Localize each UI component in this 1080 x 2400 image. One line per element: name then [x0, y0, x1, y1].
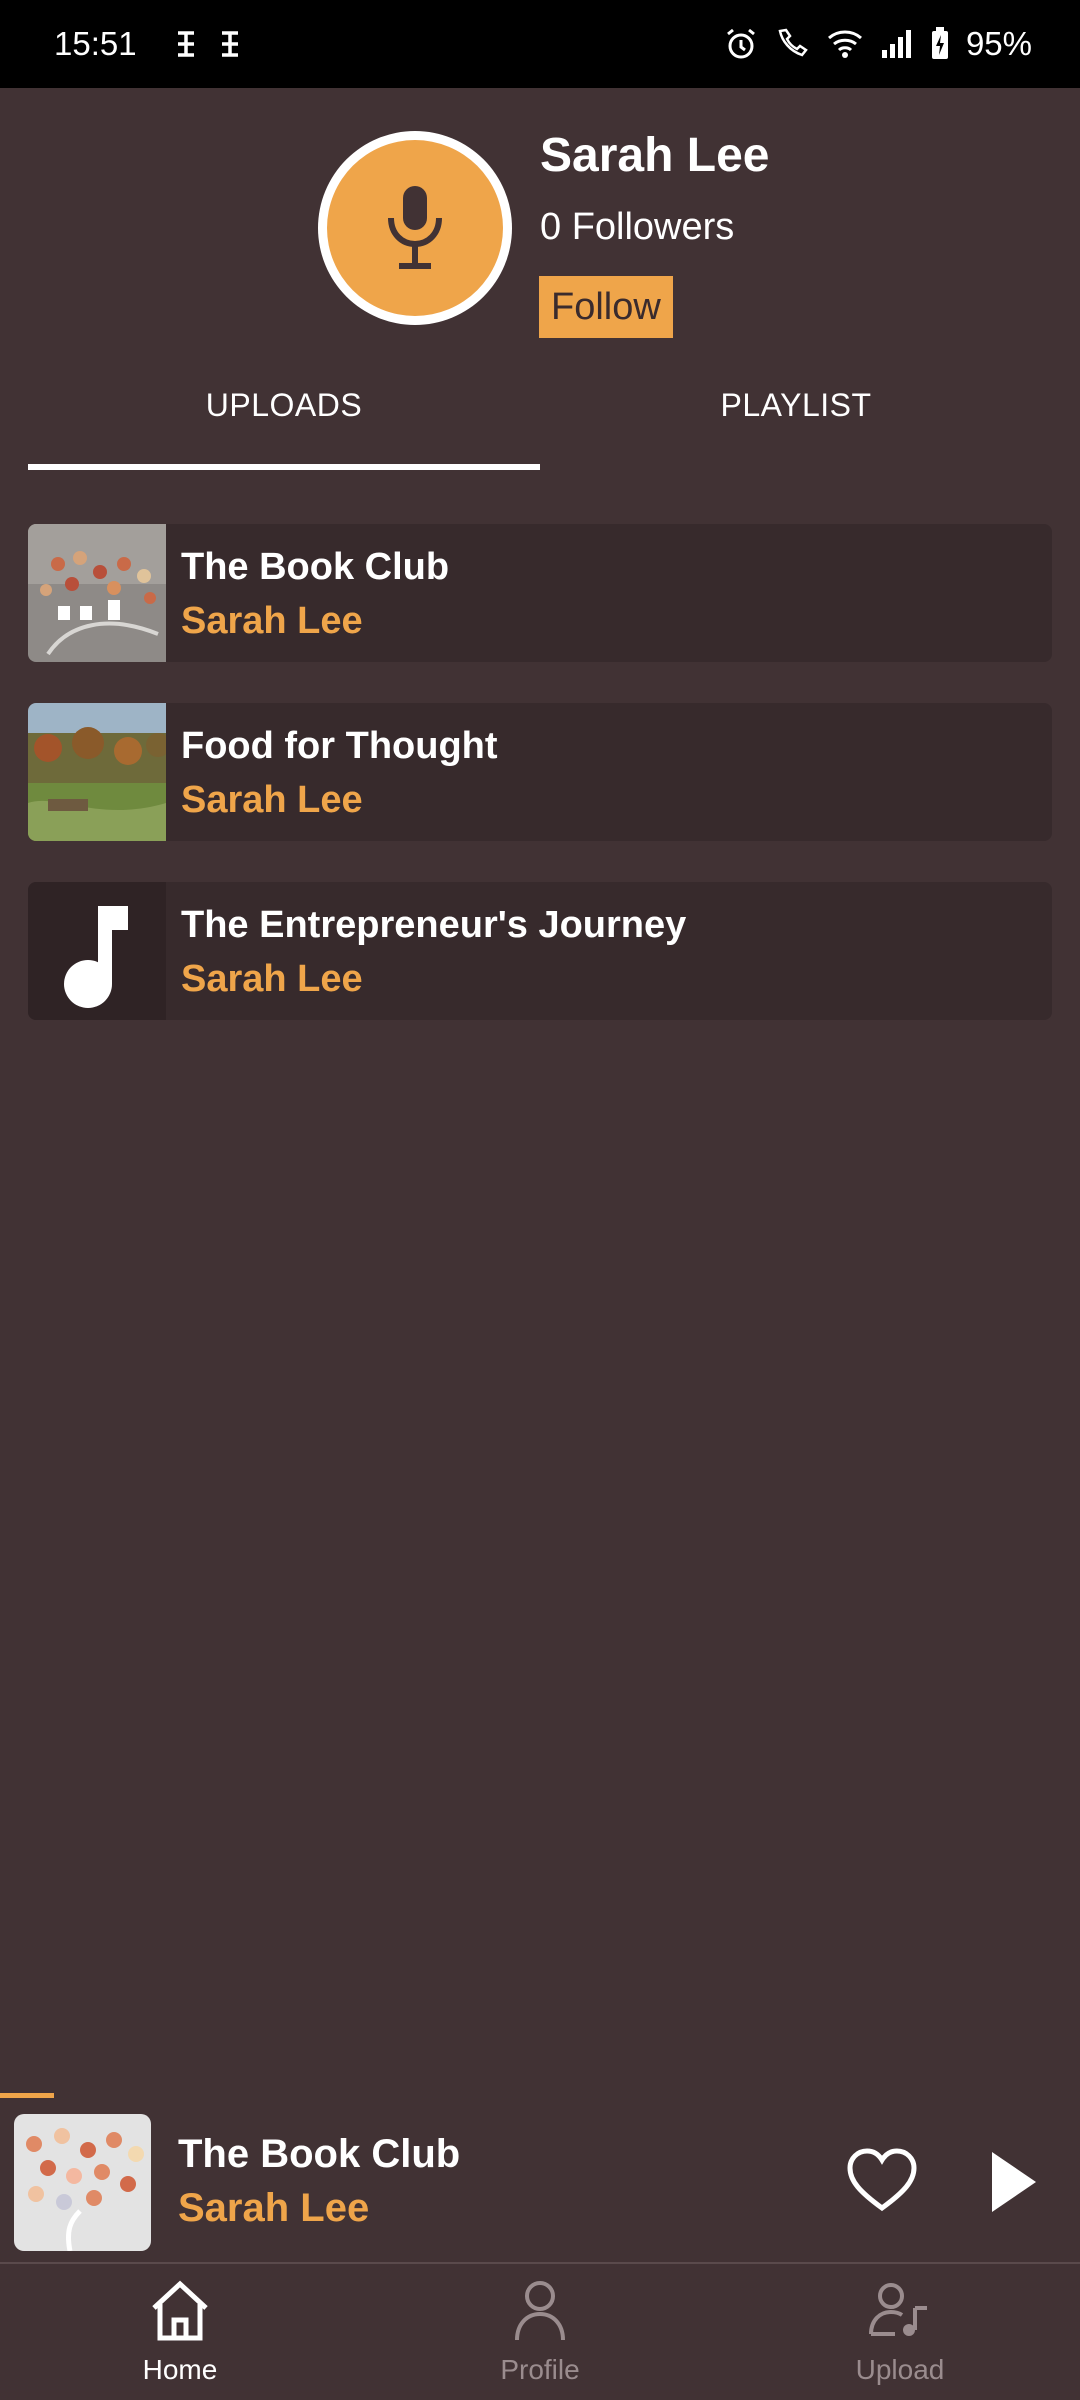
battery-charging-icon: [931, 27, 948, 59]
avatar: [318, 131, 512, 325]
now-playing-artist: Sarah Lee: [178, 2186, 370, 2230]
wifi-call-icon: [778, 28, 808, 57]
profile-icon: [515, 2281, 565, 2341]
playback-progress: [0, 2093, 54, 2098]
now-playing-artwork: [14, 2114, 151, 2251]
follow-button[interactable]: Follow: [539, 276, 673, 338]
list-item[interactable]: The Book Club Sarah Lee: [28, 524, 1052, 662]
bottom-navigation: Home Profile Upload: [0, 2264, 1080, 2400]
status-time: 15:51: [54, 25, 137, 62]
heart-icon[interactable]: [846, 2148, 918, 2214]
nav-upload[interactable]: Upload: [720, 2264, 1080, 2400]
nav-home-label: Home: [142, 2354, 218, 2385]
followers-count: 0 Followers: [540, 206, 735, 248]
signal-icon: [881, 30, 911, 58]
item-title: The Book Club: [181, 546, 450, 588]
item-artist: Sarah Lee: [181, 600, 363, 642]
nav-home[interactable]: Home: [0, 2264, 360, 2400]
wifi-icon: [827, 30, 862, 58]
profile-name: Sarah Lee: [540, 129, 770, 182]
nav-upload-label: Upload: [855, 2354, 945, 2385]
upload-music-icon: [869, 2283, 927, 2336]
list-item[interactable]: Food for Thought Sarah Lee: [28, 703, 1052, 841]
microphone-icon: [388, 186, 442, 269]
tab-bar: UPLOADS PLAYLIST: [28, 360, 1052, 472]
mini-player[interactable]: The Book Club Sarah Lee: [0, 2100, 1080, 2262]
item-title: Food for Thought: [181, 725, 498, 767]
item-artist: Sarah Lee: [181, 958, 363, 1000]
uploads-list: The Book Club Sarah Lee Food for Thought…: [28, 524, 1052, 1061]
now-playing-title: The Book Club: [178, 2132, 461, 2176]
play-icon[interactable]: [984, 2150, 1044, 2214]
tab-playlist[interactable]: PLAYLIST: [540, 360, 1052, 450]
notification-app-icon: [221, 31, 238, 57]
alarm-icon: [727, 28, 755, 59]
nav-profile[interactable]: Profile: [360, 2264, 720, 2400]
notification-app-icon: [177, 31, 194, 57]
nav-profile-label: Profile: [500, 2354, 580, 2385]
landscape-image: [28, 703, 170, 841]
item-title: The Entrepreneur's Journey: [181, 904, 687, 946]
home-icon: [152, 2280, 208, 2341]
profile-header: Sarah Lee 0 Followers Follow: [0, 128, 1080, 338]
status-bar: 15:51 95%: [0, 0, 1080, 88]
tab-active-indicator: [28, 464, 540, 470]
music-note-icon: [28, 882, 166, 1020]
macarons-image: [28, 524, 166, 662]
battery-percent: 95%: [965, 25, 1032, 62]
list-item[interactable]: The Entrepreneur's Journey Sarah Lee: [28, 882, 1052, 1020]
tab-uploads[interactable]: UPLOADS: [28, 360, 540, 450]
item-artist: Sarah Lee: [181, 779, 363, 821]
